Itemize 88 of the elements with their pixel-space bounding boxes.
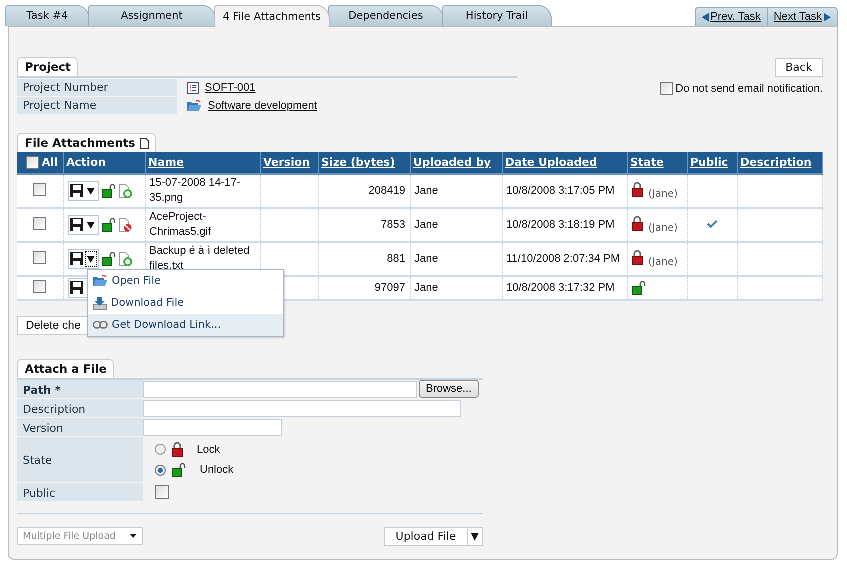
padlock-open-icon[interactable] xyxy=(102,184,116,198)
column-header-link[interactable]: Size (bytes) xyxy=(322,156,396,169)
field-label: Project Name xyxy=(17,97,177,114)
column-header-link[interactable]: Uploaded by xyxy=(414,156,492,169)
public-checkbox[interactable] xyxy=(155,485,169,499)
row-checkbox[interactable] xyxy=(33,280,46,293)
table-cell: Jane xyxy=(414,219,438,231)
folder-icon xyxy=(187,100,202,112)
project-link[interactable]: Software development xyxy=(208,100,318,112)
column-header-link[interactable]: Public xyxy=(690,156,728,169)
save-menu-button[interactable] xyxy=(68,215,98,235)
field-label: Description xyxy=(17,399,143,417)
padlock-open-icon[interactable] xyxy=(102,218,116,232)
table-cell: 7853 xyxy=(381,219,406,231)
radio-button[interactable] xyxy=(155,464,166,476)
file-name: 15-07-2008 14-17-35.png xyxy=(150,176,242,206)
field-label: State xyxy=(17,437,143,482)
row-checkbox[interactable] xyxy=(33,217,46,230)
caret-icon xyxy=(130,534,137,538)
select-all-checkbox[interactable] xyxy=(26,156,39,169)
row-checkbox[interactable] xyxy=(33,183,46,196)
menu-item[interactable]: Download File xyxy=(88,292,283,314)
caret-icon xyxy=(471,532,479,540)
section-title: Project xyxy=(17,57,78,76)
save-menu-button[interactable] xyxy=(68,181,98,201)
tab[interactable]: 4 File Attachments xyxy=(214,5,330,27)
triangle-left-icon xyxy=(702,12,709,22)
version-field[interactable] xyxy=(143,418,282,436)
radio-label: Lock xyxy=(197,444,220,456)
table-cell: 10/8/2008 3:18:19 PM xyxy=(506,219,615,231)
file-blocked-icon[interactable] xyxy=(118,218,132,232)
table-cell: 10/8/2008 3:17:05 PM xyxy=(506,185,615,197)
caret-icon xyxy=(86,256,94,262)
field-label: Public xyxy=(17,483,143,501)
path-field[interactable] xyxy=(143,380,417,398)
list-icon xyxy=(187,82,199,94)
table-cell: 881 xyxy=(387,253,406,265)
radio-label: Unlock xyxy=(200,464,234,476)
section-title-text: File Attachments xyxy=(25,136,136,150)
upload-file-button[interactable]: Upload File xyxy=(384,527,468,546)
file-name: AceProject-Chrimas5.gif xyxy=(150,210,212,240)
save-menu-button[interactable] xyxy=(68,249,98,269)
chain-link-icon xyxy=(93,321,108,329)
field-label: Path xyxy=(23,384,52,396)
tab[interactable]: Dependencies xyxy=(328,5,444,26)
menu-item[interactable]: Get Download Link... xyxy=(88,314,283,336)
table-cell: 97097 xyxy=(374,282,406,294)
table-cell: Jane xyxy=(414,282,438,294)
project-link[interactable]: SOFT-001 xyxy=(205,82,256,94)
column-header: Action xyxy=(66,156,106,169)
table-cell: Jane xyxy=(414,185,438,197)
lock-owner: (Jane) xyxy=(648,257,678,268)
field-label: Version xyxy=(17,418,143,436)
triangle-right-icon xyxy=(824,12,831,22)
radio-button[interactable] xyxy=(155,444,166,455)
lock-owner: (Jane) xyxy=(648,189,678,200)
row-checkbox[interactable] xyxy=(33,251,46,264)
required-mark: * xyxy=(55,384,62,396)
browse-button[interactable]: Browse... xyxy=(419,380,479,398)
field-label: Project Number xyxy=(17,79,177,96)
table-cell: 10/8/2008 3:17:32 PM xyxy=(506,282,615,294)
previous-task-link[interactable]: Prev. Task xyxy=(696,8,767,26)
download-icon xyxy=(93,296,107,310)
table-cell: 11/10/2008 2:07:34 PM xyxy=(506,253,620,265)
column-header-link[interactable]: Date Uploaded xyxy=(506,156,598,169)
page-icon xyxy=(140,138,149,148)
upload-options-button[interactable] xyxy=(468,527,483,546)
caret-icon xyxy=(86,188,94,194)
back-button[interactable]: Back xyxy=(775,58,823,77)
tab[interactable]: Assignment xyxy=(88,5,216,26)
description-field[interactable] xyxy=(143,400,461,416)
tab[interactable]: Task #4 xyxy=(5,5,90,26)
padlock-open-icon[interactable] xyxy=(102,252,116,266)
multiple-upload-dropdown[interactable]: Multiple File Upload xyxy=(17,527,143,545)
column-header-link[interactable]: Description xyxy=(740,156,812,169)
tab[interactable]: History Trail xyxy=(442,5,552,26)
column-header: All xyxy=(42,156,58,169)
column-header-link[interactable]: State xyxy=(630,156,664,169)
folder-icon xyxy=(93,275,108,287)
column-header-link[interactable]: Name xyxy=(148,156,184,169)
section-title: Attach a File xyxy=(17,359,114,378)
caret-icon xyxy=(86,222,94,228)
column-header-link[interactable]: Version xyxy=(264,156,310,169)
lock-owner: (Jane) xyxy=(648,223,678,234)
table-cell: 208419 xyxy=(368,185,406,197)
table-cell: Jane xyxy=(414,253,438,265)
checkbox-label: Do not send email notification. xyxy=(676,82,823,94)
checkbox[interactable] xyxy=(660,82,673,95)
